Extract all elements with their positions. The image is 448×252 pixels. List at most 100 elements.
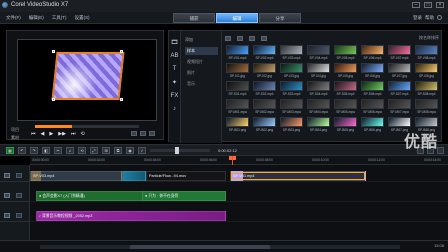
media-thumbnail[interactable]: SP-I02.jpg — [252, 63, 277, 79]
media-thumbnail[interactable]: SP-S08.mp4 — [414, 81, 439, 97]
video-filter-icon[interactable] — [237, 35, 243, 41]
menu-item[interactable]: 文件(F) — [6, 15, 21, 21]
media-thumbnail[interactable]: SP-B03.png — [279, 117, 304, 133]
folder-icon[interactable] — [225, 35, 231, 41]
timeline-tool-button[interactable]: ◧ — [42, 147, 50, 154]
media-thumbnail[interactable]: SP-B06.png — [360, 117, 385, 133]
library-tool-icon[interactable]: ♪ — [173, 106, 176, 112]
timeline-tool-button[interactable]: ♫ — [66, 147, 74, 154]
library-tool-icon[interactable]: ✦ — [172, 79, 177, 86]
zoom-handle[interactable] — [175, 147, 179, 154]
menu-item[interactable]: 编辑(E) — [29, 15, 44, 21]
media-thumbnail[interactable]: SP-M04.mpa — [306, 99, 331, 115]
resize-handle[interactable] — [120, 98, 123, 101]
timeline-tool-button[interactable]: ⟲ — [78, 147, 86, 154]
media-thumbnail[interactable]: SP-B02.png — [252, 117, 277, 133]
timeline-scrollbar[interactable] — [40, 245, 400, 249]
media-thumbnail[interactable]: SP-V04.mp4 — [306, 45, 331, 61]
media-thumbnail[interactable]: SP-B01.png — [225, 117, 250, 133]
scrub-bar[interactable] — [35, 125, 139, 128]
timeline-tool-button[interactable]: ⧉ — [114, 147, 122, 154]
image-filter-icon[interactable] — [249, 35, 255, 41]
timeline-tool-button[interactable]: ⤢ — [90, 147, 98, 154]
fullscreen-icon[interactable] — [149, 131, 155, 136]
top-right-link[interactable]: 登录 — [413, 15, 422, 21]
library-tool-icon[interactable]: T — [173, 66, 177, 72]
media-thumbnail[interactable]: SP-S01.mp4 — [225, 81, 250, 97]
transport-button[interactable]: ⏭ — [71, 131, 76, 137]
media-thumbnail[interactable]: SP-M01.mpa — [225, 99, 250, 115]
media-thumbnail[interactable]: SP-M03.mpa — [279, 99, 304, 115]
tree-item[interactable]: 音乐 — [185, 80, 218, 88]
menu-item[interactable]: 工具(T) — [52, 15, 67, 21]
menu-item[interactable]: 设置(S) — [75, 15, 90, 21]
timeline-tool-button[interactable]: ✂ — [54, 147, 62, 154]
timeline-clip[interactable]: ● 会声会影X7 (入门到精通) — [36, 191, 146, 201]
lock-icon[interactable] — [16, 213, 22, 218]
close-button[interactable]: × — [436, 2, 444, 8]
media-thumbnail[interactable]: SP-I08.jpg — [414, 63, 439, 79]
help-icon[interactable] — [437, 15, 442, 20]
timeline-tool-button[interactable]: ↷ — [30, 147, 38, 154]
media-thumbnail[interactable]: SP-S05.mp4 — [333, 81, 358, 97]
transport-button[interactable]: ▶ — [49, 131, 53, 137]
media-thumbnail[interactable]: SP-V03.mp4 — [279, 45, 304, 61]
sort-label[interactable]: 按名称排序 — [419, 35, 439, 41]
media-thumbnail[interactable]: SP-I01.jpg — [225, 63, 250, 79]
workflow-step[interactable]: 捕获 — [173, 13, 215, 23]
transport-button[interactable]: ⏮ — [31, 131, 36, 137]
media-thumbnail[interactable]: SP-S07.mp4 — [387, 81, 412, 97]
resize-handle[interactable] — [52, 98, 55, 101]
timeline-clip[interactable] — [122, 171, 146, 181]
add-folder-button[interactable]: 添加 — [185, 37, 218, 43]
media-thumbnail[interactable]: SP-M06.mpa — [360, 99, 385, 115]
library-tool-icon[interactable]: AB — [170, 53, 178, 59]
top-right-link[interactable]: 帮助 — [425, 15, 434, 21]
workflow-step[interactable]: 分享 — [259, 13, 301, 23]
media-thumbnail[interactable]: SP-V07.mp4 — [387, 45, 412, 61]
timeline-clip[interactable]: Particle/Flow...94.mov — [146, 171, 226, 181]
media-thumbnail[interactable]: SP-V02.mp4 — [252, 45, 277, 61]
lock-icon[interactable] — [16, 193, 22, 198]
media-thumbnail[interactable]: SP-S06.mp4 — [360, 81, 385, 97]
media-thumbnail[interactable]: SP-M08.mpa — [414, 99, 439, 115]
resize-handle[interactable] — [52, 50, 55, 53]
media-thumbnail[interactable]: SP-S02.mp4 — [252, 81, 277, 97]
media-thumbnail[interactable]: SP-V08.mp4 — [414, 45, 439, 61]
media-thumbnail[interactable]: SP-I07.jpg — [387, 63, 412, 79]
media-thumbnail[interactable]: SP-B04.png — [306, 117, 331, 133]
tree-item[interactable]: 视频短片 — [185, 58, 218, 66]
timeline-tool-button[interactable]: ↶ — [18, 147, 26, 154]
transport-button[interactable]: ⟲ — [80, 131, 84, 137]
lock-icon[interactable] — [16, 173, 22, 178]
timeline-clip[interactable]: ♪ 背景音乐教程视频 _2052.mp3 — [36, 211, 226, 221]
media-thumbnail[interactable]: SP-V01.mp4 — [225, 45, 250, 61]
audio-filter-icon[interactable] — [261, 35, 267, 41]
media-thumbnail[interactable]: SP-M02.mpa — [252, 99, 277, 115]
tree-item[interactable]: 样本 — [185, 47, 218, 55]
timeline-tool-button[interactable]: ⊞ — [102, 147, 110, 154]
hd-icon[interactable] — [140, 131, 146, 136]
fit-icon[interactable] — [437, 147, 444, 154]
timeline-clip[interactable]: SP-V03.mp4 — [30, 171, 122, 181]
media-thumbnail[interactable]: SP-V05.mp4 — [333, 45, 358, 61]
media-thumbnail[interactable]: SP-M07.mpa — [387, 99, 412, 115]
media-thumbnail[interactable]: SP-V06.mp4 — [360, 45, 385, 61]
media-thumbnail[interactable]: SP-I05.jpg — [333, 63, 358, 79]
media-thumbnail[interactable]: SP-M05.mpa — [333, 99, 358, 115]
minimize-button[interactable]: – — [412, 2, 420, 8]
library-tool-icon[interactable]: 🎞 — [171, 39, 179, 46]
zoom-slider[interactable] — [150, 147, 210, 154]
timeline-clip[interactable]: ● 只为 · 你不在身旁 — [142, 191, 226, 201]
timeline-tool-button[interactable]: ▦ — [6, 147, 14, 154]
media-thumbnail[interactable]: SP-I03.jpg — [279, 63, 304, 79]
tree-item[interactable]: 照片 — [185, 69, 218, 77]
maximize-button[interactable]: □ — [424, 2, 432, 8]
media-thumbnail[interactable]: SP-I06.jpg — [360, 63, 385, 79]
transport-button[interactable]: ◀ — [41, 131, 45, 137]
timeline-tool-button[interactable]: ✓ — [138, 147, 146, 154]
timeline-ruler[interactable]: 00:00:00:00 00:00:02:00 00:00:04:00 00:00:0… — [30, 156, 448, 226]
workflow-step[interactable]: 编辑 — [216, 13, 258, 23]
preview-clip[interactable] — [51, 52, 125, 100]
timeline-clip[interactable]: SP-V01.mp4 — [230, 171, 366, 181]
